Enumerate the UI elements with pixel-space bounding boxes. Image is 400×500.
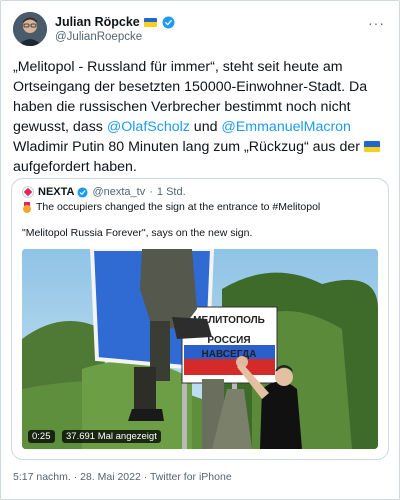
ukraine-flag-icon xyxy=(143,17,157,27)
quoted-tweet-text-1: The occupiers changed the sign at the en… xyxy=(36,201,321,213)
video-views: 37.691 Mal angezeigt xyxy=(62,430,161,443)
ukraine-flag-emoji-icon xyxy=(363,141,380,152)
quoted-tweet-line-1: The occupiers changed the sign at the en… xyxy=(22,201,320,213)
medal-emoji-icon xyxy=(22,201,32,213)
quoted-tweet-time[interactable]: 1 Std. xyxy=(157,186,186,198)
tweet-card: Julian Röpcke @JulianRoepcke ··· „Melito… xyxy=(0,0,400,500)
quoted-tweet[interactable]: NEXTA @nexta_tv · 1 Std. The occupiers c… xyxy=(11,178,389,460)
quoted-author-handle[interactable]: @nexta_tv xyxy=(92,186,145,198)
avatar-image xyxy=(13,12,47,46)
author-name-row: Julian Röpcke xyxy=(55,14,175,30)
more-dots-icon[interactable]: ··· xyxy=(368,15,385,31)
tweet-text-part: und xyxy=(189,119,222,135)
video-frame-image: МЕЛИТОПОЛЬ РОССИЯ НАВСЕГДА xyxy=(22,249,378,449)
dot-separator: · xyxy=(149,186,153,198)
mention-link[interactable]: @EmmanuelMacron xyxy=(221,119,351,135)
nexta-logo-icon xyxy=(22,186,34,198)
avatar[interactable] xyxy=(13,12,47,46)
author-handle[interactable]: @JulianRoepcke xyxy=(55,31,142,43)
verified-badge-icon xyxy=(77,186,89,198)
author-name[interactable]: Julian Röpcke xyxy=(55,15,140,29)
tweet-text: „Melitopol - Russland für immer“, steht … xyxy=(13,57,391,177)
tweet-text-part: aufgefordert haben. xyxy=(13,159,137,175)
tweet-metadata[interactable]: 5:17 nachm. · 28. Mai 2022 · Twitter for… xyxy=(13,471,232,483)
video-duration: 0:25 xyxy=(28,430,55,443)
sign-text-2: РОССИЯ xyxy=(207,335,250,346)
mention-link[interactable]: @OlafScholz xyxy=(107,119,190,135)
sign-text-3: НАВСЕГДА xyxy=(202,349,257,360)
quoted-tweet-text-2: "Melitopol Russia Forever", says on the … xyxy=(22,227,253,239)
tweet-text-part: Wladimir Putin 80 Minuten lang zum „Rück… xyxy=(13,139,364,155)
video-player[interactable]: МЕЛИТОПОЛЬ РОССИЯ НАВСЕГДА 0:25 37.691 M… xyxy=(22,249,378,449)
verified-badge-icon xyxy=(162,16,175,28)
quoted-tweet-header: NEXTA @nexta_tv · 1 Std. xyxy=(22,185,186,199)
quoted-author-name[interactable]: NEXTA xyxy=(38,186,74,198)
